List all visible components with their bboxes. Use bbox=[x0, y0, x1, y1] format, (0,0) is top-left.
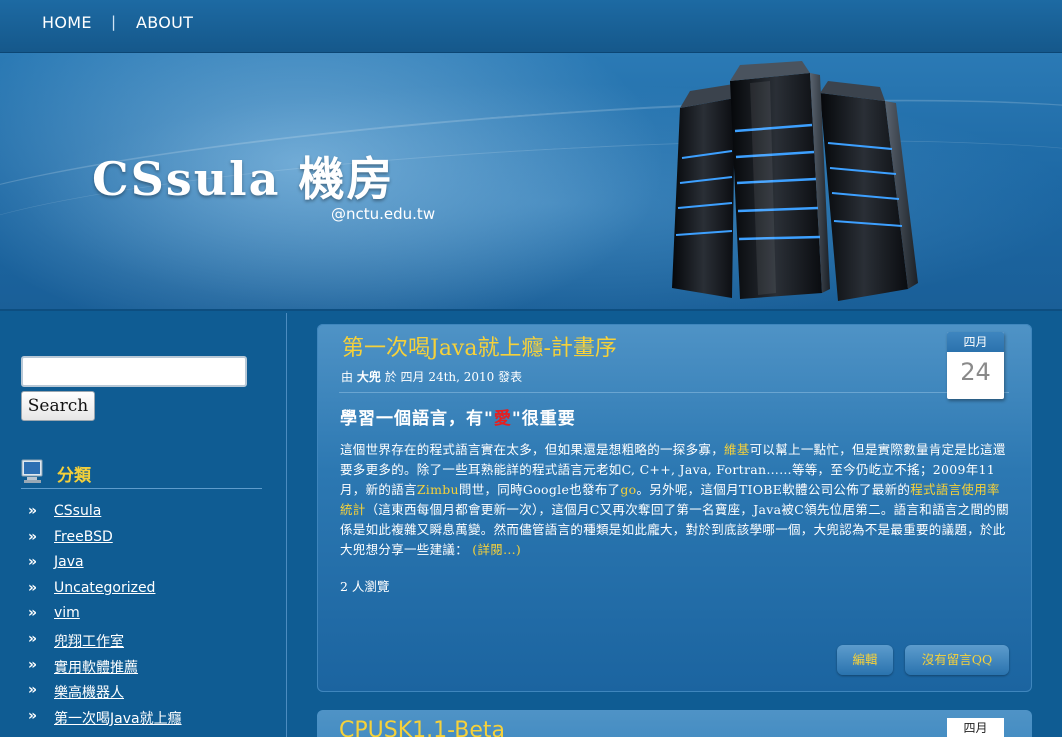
date-badge-day: 24 bbox=[960, 358, 991, 386]
category-link[interactable]: 實用軟體推薦 bbox=[54, 657, 138, 677]
post-title[interactable]: CPUSK1.1-Beta bbox=[339, 718, 505, 737]
nav-home-link[interactable]: HOME bbox=[42, 13, 92, 32]
double-chevron-icon: » bbox=[28, 503, 38, 519]
double-chevron-icon: » bbox=[28, 682, 38, 699]
post-meta-prefix: 由 bbox=[341, 370, 354, 384]
double-chevron-icon: » bbox=[28, 707, 38, 724]
read-more-link[interactable]: (詳閱...) bbox=[472, 542, 521, 557]
post-meta-date: 於 四月 24th, 2010 發表 bbox=[384, 370, 523, 384]
categories-heading: 分類 bbox=[21, 458, 262, 489]
blog-post: CPUSK1.1-Beta 四月 bbox=[317, 710, 1032, 737]
category-link[interactable]: vim bbox=[54, 605, 80, 621]
category-link[interactable]: Java bbox=[54, 554, 84, 570]
category-link[interactable]: FreeBSD bbox=[54, 529, 113, 545]
subhead-text: 學習一個語言，有" bbox=[340, 409, 494, 429]
double-chevron-icon: » bbox=[28, 554, 38, 571]
body-text: 這個世界存在的程式語言實在太多，但如果還是想粗略的一探多寡， bbox=[340, 442, 725, 457]
body-text: 。另外呢，這個月TIOBE軟體公司公佈了最新的 bbox=[636, 482, 911, 497]
site-title[interactable]: CSsula 機房 bbox=[92, 143, 394, 209]
monitor-icon bbox=[21, 459, 43, 483]
category-link[interactable]: CSsula bbox=[54, 503, 101, 519]
double-chevron-icon: » bbox=[28, 630, 38, 647]
post-author: 大兜 bbox=[356, 370, 381, 384]
category-link[interactable]: 第一次喝Java就上癮 bbox=[54, 708, 182, 728]
sidebar: Search 分類 » CSsula » FreeBSD » Java » Uncate… bbox=[0, 313, 287, 737]
category-link[interactable]: 樂高機器人 bbox=[54, 682, 124, 702]
category-link[interactable]: 兜翔工作室 bbox=[54, 631, 124, 651]
double-chevron-icon: » bbox=[28, 605, 38, 622]
double-chevron-icon: » bbox=[28, 579, 38, 596]
post-excerpt: 這個世界存在的程式語言實在太多，但如果還是想粗略的一探多寡，維基可以幫上一點忙，… bbox=[340, 440, 1012, 560]
categories-heading-label: 分類 bbox=[57, 466, 91, 486]
blog-post: 第一次喝Java就上癮-計畫序 由 大兜 於 四月 24th, 2010 發表 … bbox=[317, 324, 1032, 692]
comments-button[interactable]: 沒有留言QQ bbox=[905, 645, 1009, 675]
category-link[interactable]: Uncategorized bbox=[54, 580, 155, 596]
search-button[interactable]: Search bbox=[21, 391, 95, 421]
wiki-link[interactable]: 維基 bbox=[724, 442, 750, 457]
date-badge-month: 四月 bbox=[947, 332, 1004, 352]
server-rack-illustration bbox=[672, 61, 918, 301]
date-badge: 四月 24 bbox=[947, 332, 1004, 399]
post-meta: 由 大兜 於 四月 24th, 2010 發表 bbox=[341, 368, 522, 385]
header-banner: CSsula 機房 @nctu.edu.tw bbox=[0, 53, 1062, 311]
subhead-love: 愛 bbox=[493, 409, 512, 429]
view-count: 2 人瀏覽 bbox=[340, 579, 390, 594]
double-chevron-icon: » bbox=[28, 528, 38, 545]
post-subheading: 學習一個語言，有"愛"很重要 bbox=[340, 404, 576, 429]
body-text: （這東西每個月都會更新一次），這個月C又再次奪回了第一名寶座，Java被C領先位… bbox=[340, 502, 1009, 557]
nav-about-link[interactable]: ABOUT bbox=[136, 13, 193, 32]
date-badge-month: 四月 bbox=[947, 718, 1004, 737]
top-nav: HOME | ABOUT bbox=[0, 0, 1062, 53]
subhead-text: "很重要 bbox=[511, 409, 576, 429]
nav-separator: | bbox=[111, 13, 117, 31]
post-title[interactable]: 第一次喝Java就上癮-計畫序 bbox=[342, 330, 617, 362]
divider bbox=[339, 392, 1009, 393]
zimbu-link[interactable]: Zimbu bbox=[417, 482, 459, 497]
search-input[interactable] bbox=[21, 356, 247, 387]
edit-button[interactable]: 編輯 bbox=[837, 645, 893, 675]
site-subtitle: @nctu.edu.tw bbox=[331, 205, 436, 223]
date-badge: 四月 bbox=[947, 718, 1004, 737]
body-text: 問世，同時Google也發布了 bbox=[458, 482, 621, 497]
double-chevron-icon: » bbox=[28, 656, 38, 673]
go-link[interactable]: go bbox=[620, 482, 636, 497]
